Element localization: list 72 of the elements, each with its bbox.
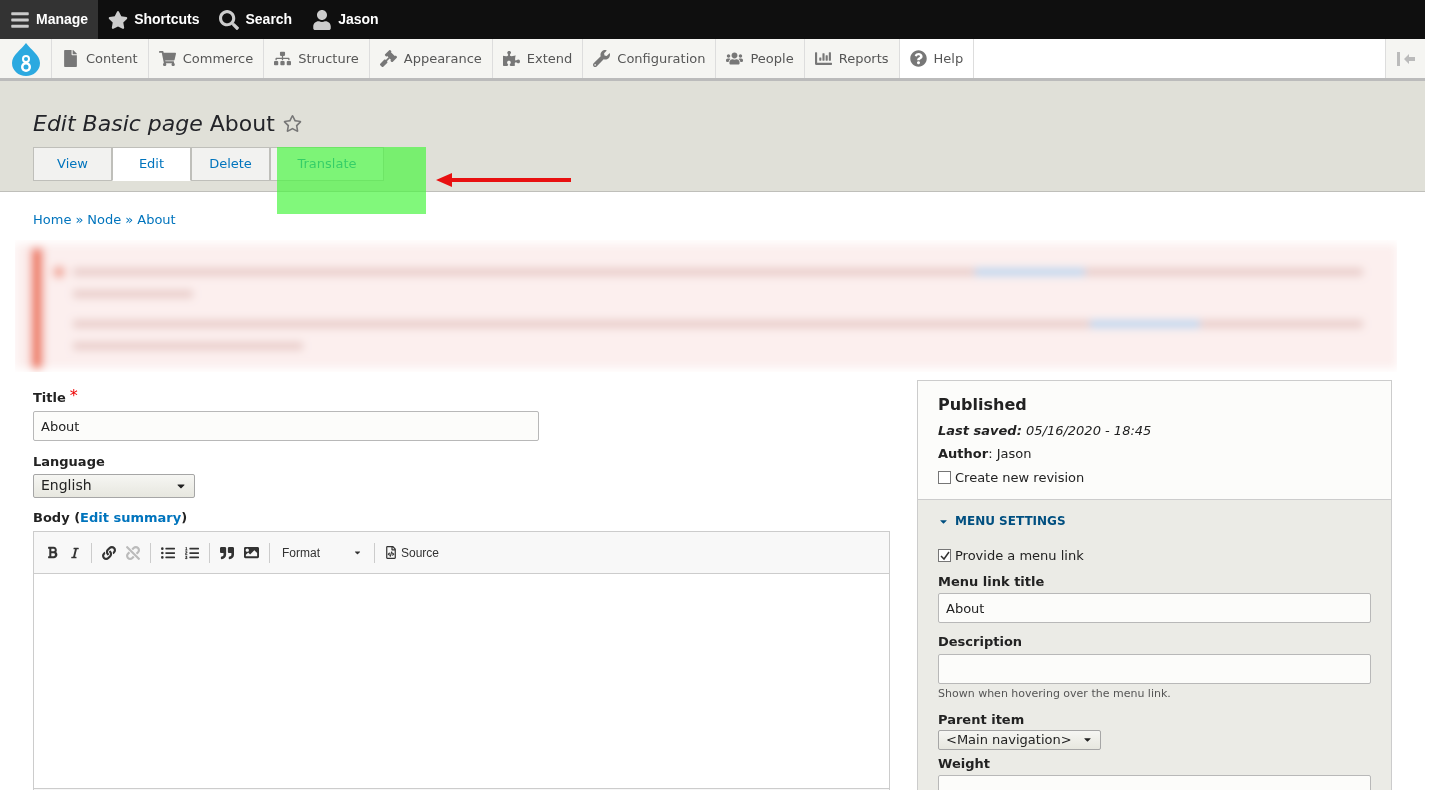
tab[interactable]: Delete bbox=[191, 147, 270, 181]
field-label: Parent item bbox=[938, 711, 1026, 729]
help-icon bbox=[909, 50, 927, 67]
field-label: Weight bbox=[938, 754, 991, 773]
users-icon bbox=[726, 50, 744, 67]
author-text: Author: Jason bbox=[938, 445, 1033, 463]
text-editor[interactable]: Format Source bbox=[33, 531, 890, 790]
breadcrumb-link[interactable]: Home bbox=[33, 210, 72, 230]
cart-icon bbox=[158, 50, 176, 67]
status-heading: Published bbox=[938, 393, 1028, 416]
admin-menu-item[interactable]: Help bbox=[899, 39, 975, 78]
wrench-icon bbox=[593, 50, 611, 67]
quote-icon[interactable] bbox=[220, 545, 234, 560]
image-icon[interactable] bbox=[244, 545, 259, 560]
user-icon bbox=[312, 9, 333, 30]
breadcrumb-separator: » bbox=[125, 211, 134, 229]
admin-menu-item[interactable]: Content bbox=[52, 39, 149, 78]
field-hint: Shown when hovering over the menu link. bbox=[938, 685, 1172, 702]
field-label: Language bbox=[33, 453, 106, 471]
language-select[interactable]: English bbox=[33, 473, 195, 498]
bold-icon[interactable] bbox=[46, 546, 59, 559]
admin-menu-item[interactable]: Appearance bbox=[369, 39, 493, 78]
menu-link-title-field[interactable]: About bbox=[938, 593, 1371, 623]
drop-logo-icon[interactable] bbox=[10, 41, 41, 76]
sitemap-icon bbox=[274, 50, 292, 67]
field-label: Menu link title bbox=[938, 572, 1046, 591]
checkbox[interactable] bbox=[938, 470, 951, 484]
toolbar-tab[interactable]: Manage bbox=[0, 0, 99, 39]
menu-icon bbox=[10, 9, 30, 30]
tab[interactable]: Edit bbox=[112, 147, 191, 181]
puzzle-icon bbox=[502, 50, 520, 67]
link-icon[interactable] bbox=[102, 545, 116, 560]
bulleted-list-icon[interactable] bbox=[161, 545, 175, 560]
tab[interactable]: View bbox=[33, 147, 112, 181]
required-mark: * bbox=[69, 387, 78, 404]
source-button[interactable]: Source bbox=[385, 543, 440, 562]
menu-settings-toggle[interactable]: MENU SETTINGS bbox=[938, 512, 1371, 530]
hammer-icon bbox=[379, 50, 397, 67]
checkbox[interactable] bbox=[938, 549, 951, 563]
parent-item-select[interactable]: <Main navigation> bbox=[938, 729, 1101, 750]
admin-menu-item[interactable]: Configuration bbox=[583, 39, 717, 78]
checkbox-label: Create new revision bbox=[955, 468, 1085, 487]
star-icon[interactable] bbox=[282, 113, 302, 133]
admin-menu-item[interactable]: Structure bbox=[264, 39, 370, 78]
numbered-list-icon[interactable] bbox=[185, 545, 199, 560]
breadcrumb-link[interactable]: Node bbox=[87, 210, 122, 230]
field-label: Title bbox=[33, 388, 66, 407]
code-file-icon bbox=[385, 546, 397, 559]
file-icon bbox=[62, 50, 79, 67]
last-saved-text: Last saved: 05/16/2020 - 18:45 bbox=[938, 421, 1153, 440]
breadcrumb-separator: » bbox=[75, 211, 84, 229]
admin-menu-item[interactable]: Extend bbox=[492, 39, 584, 78]
toolbar-tab[interactable]: Shortcuts bbox=[98, 0, 210, 39]
toolbar-tab[interactable]: Jason bbox=[302, 0, 389, 39]
toolbar-tab[interactable]: Search bbox=[209, 0, 303, 39]
admin-menu-item[interactable]: Reports bbox=[804, 39, 900, 78]
italic-icon[interactable] bbox=[69, 546, 81, 559]
description-field[interactable] bbox=[938, 653, 1371, 684]
checkbox-label: Provide a menu link bbox=[955, 547, 1084, 565]
page-title: Edit Basic page About bbox=[33, 109, 275, 138]
breadcrumb-link[interactable]: About bbox=[137, 210, 176, 230]
format-dropdown[interactable]: Format bbox=[280, 543, 364, 562]
star-icon bbox=[108, 9, 129, 30]
caret-icon bbox=[353, 548, 362, 557]
edit-summary-link[interactable]: Edit summary bbox=[80, 509, 182, 525]
field-label: Body (Edit summary) bbox=[33, 508, 189, 527]
field-label: Description bbox=[938, 633, 1024, 651]
search-icon bbox=[219, 9, 240, 30]
admin-menu-item[interactable]: Commerce bbox=[148, 39, 265, 78]
admin-menu-item[interactable]: People bbox=[716, 39, 805, 78]
bar-chart-icon bbox=[814, 50, 832, 67]
title-field[interactable]: About bbox=[33, 411, 539, 441]
